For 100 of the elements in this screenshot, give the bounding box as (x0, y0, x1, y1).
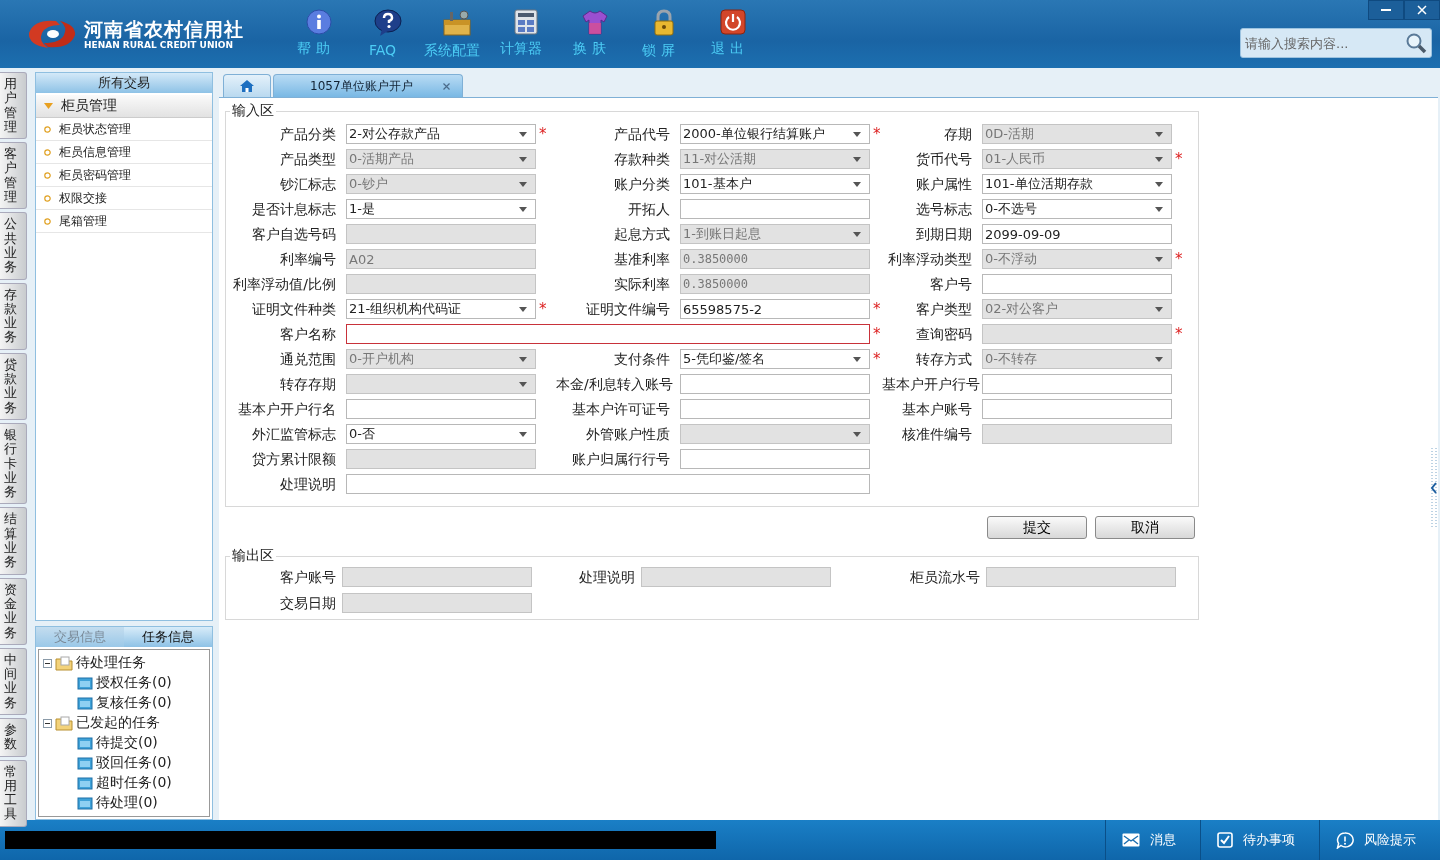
dropdown-field[interactable]: 1-是 (346, 199, 536, 219)
tree-node[interactable]: 超时任务(0) (96, 774, 172, 792)
input-field[interactable] (680, 199, 870, 219)
side-tab[interactable]: 贷款业务 (0, 352, 27, 420)
input-field[interactable] (986, 567, 1176, 587)
menu-item[interactable]: 柜员密码管理 (36, 164, 212, 187)
menu-item[interactable]: 柜员信息管理 (36, 141, 212, 164)
dropdown-caret-icon (853, 181, 861, 187)
side-tab[interactable]: 中间业务 (0, 647, 27, 715)
dropdown-caret-icon (853, 231, 861, 237)
panel-tab[interactable]: 任务信息 (124, 627, 212, 647)
field-label: 基准利率 (613, 250, 671, 269)
tree-node[interactable]: 已发起的任务 (76, 714, 160, 732)
input-field[interactable] (346, 474, 870, 494)
home-icon (239, 79, 255, 93)
folder-icon (55, 655, 73, 671)
collapse-icon[interactable] (43, 718, 52, 728)
minimize-button[interactable] (1368, 0, 1404, 20)
status-button[interactable]: 风险提示 (1319, 820, 1440, 860)
field-label: 存期 (943, 125, 973, 144)
alert-bubble-icon (1336, 831, 1354, 849)
field-label: 支付条件 (613, 350, 671, 369)
dropdown-caret-icon (519, 131, 527, 137)
side-tab[interactable]: 资金业务 (0, 577, 27, 645)
bullet-icon (44, 148, 51, 156)
form-button[interactable]: 取消 (1095, 516, 1195, 539)
side-tab[interactable]: 用户管理 (0, 72, 27, 140)
dropdown-caret-icon (1155, 156, 1163, 162)
dropdown-field[interactable]: 0-不选号 (982, 199, 1172, 219)
collapse-handle-icon[interactable] (1430, 448, 1438, 528)
home-tab[interactable] (223, 74, 271, 97)
side-tab[interactable]: 常用工具 (0, 759, 27, 827)
dropdown-caret-icon (853, 156, 861, 162)
bullet-icon (44, 217, 51, 225)
form-button[interactable]: 提交 (987, 516, 1087, 539)
side-tab[interactable]: 参数 (0, 718, 27, 757)
side-tab[interactable]: 银行卡业务 (0, 422, 27, 505)
tree-node[interactable]: 驳回任务(0) (96, 754, 172, 772)
dropdown-field[interactable]: 2000-单位银行结算账户 (680, 124, 870, 144)
tree-node[interactable]: 复核任务(0) (96, 694, 172, 712)
dropdown-field[interactable]: 2-对公存款产品 (346, 124, 536, 144)
field-label: 起息方式 (613, 225, 671, 244)
field-label: 货币代号 (915, 150, 973, 169)
side-tab[interactable]: 客户管理 (0, 142, 27, 210)
menu-item[interactable]: 权限交接 (36, 187, 212, 210)
status-button[interactable]: 消息 (1105, 820, 1200, 860)
field-label: 产品类型 (279, 150, 337, 169)
dropdown-caret-icon (1155, 306, 1163, 312)
input-field[interactable] (346, 324, 870, 344)
tree-node[interactable]: 待提交(0) (96, 734, 158, 752)
input-field[interactable] (680, 374, 870, 394)
side-tab[interactable]: 公共业务 (0, 212, 27, 280)
padlock-icon (652, 9, 675, 37)
minimize-icon (1381, 8, 1391, 12)
input-field[interactable] (982, 399, 1172, 419)
tree-node[interactable]: 授权任务(0) (96, 674, 172, 692)
input-field[interactable]: 2099-09-09 (982, 224, 1172, 244)
section-title: 输出区 (231, 547, 275, 565)
field-label: 本金/利息转入账号 (556, 375, 674, 394)
dropdown-caret-icon (1155, 256, 1163, 262)
search-field[interactable]: 请输入搜索内容... (1240, 28, 1432, 58)
input-field[interactable] (982, 274, 1172, 294)
folder-icon (77, 796, 93, 810)
side-tab[interactable]: 存款业务 (0, 282, 27, 350)
dropdown-caret-icon (519, 381, 527, 387)
folder-icon (77, 676, 93, 690)
collapse-icon[interactable] (43, 658, 52, 668)
dropdown-field[interactable]: 101-基本户 (680, 174, 870, 194)
dropdown-field[interactable]: 21-组织机构代码证 (346, 299, 536, 319)
field-label: 选号标志 (915, 200, 973, 219)
dropdown-field[interactable]: 101-单位活期存款 (982, 174, 1172, 194)
menu-item[interactable]: 柜员状态管理 (36, 118, 212, 141)
input-field[interactable] (680, 449, 870, 469)
required-mark: * (872, 299, 882, 319)
dropdown-field[interactable]: 0-否 (346, 424, 536, 444)
tree-node[interactable]: 待处理(0) (96, 794, 158, 812)
dropdown-caret-icon (1155, 131, 1163, 137)
input-field[interactable] (346, 399, 536, 419)
input-field[interactable]: 65598575-2 (680, 299, 870, 319)
required-mark: * (538, 124, 548, 144)
search-icon[interactable] (1405, 32, 1427, 54)
side-tab[interactable]: 结算业务 (0, 507, 27, 575)
tree-node[interactable]: 待处理任务 (76, 654, 146, 672)
field-label: 客户号 (929, 275, 973, 294)
input-field[interactable] (982, 374, 1172, 394)
menu-item[interactable]: 尾箱管理 (36, 210, 212, 233)
input-field[interactable] (342, 567, 532, 587)
input-field[interactable] (680, 399, 870, 419)
close-button[interactable] (1404, 0, 1440, 20)
input-field[interactable] (342, 593, 532, 613)
close-icon[interactable] (442, 82, 450, 90)
status-button[interactable]: 待办事项 (1200, 820, 1319, 860)
input-field[interactable] (641, 567, 831, 587)
document-tab[interactable]: 1057单位账户开户 (273, 74, 463, 97)
field-label: 账户归属行行号 (571, 450, 671, 469)
dropdown-field[interactable]: 5-凭印鉴/签名 (680, 349, 870, 369)
menu-group[interactable]: 柜员管理 (36, 95, 212, 118)
field-label: 贷方累计限额 (251, 450, 337, 469)
panel-title: 所有交易 (36, 73, 212, 93)
folder-icon (77, 696, 93, 710)
